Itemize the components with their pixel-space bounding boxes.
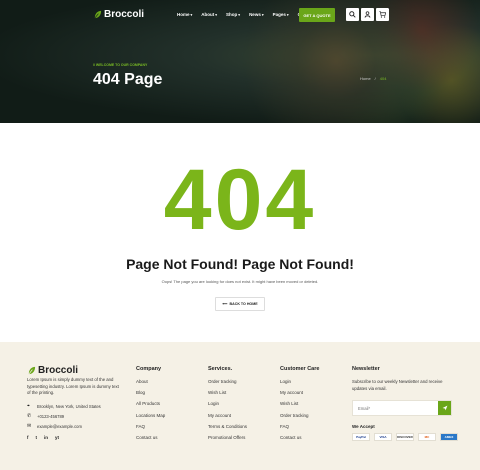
paypal-icon: PayPal [352,433,370,441]
email-placeholder: Email* [358,405,371,411]
footer-customer-care-column: Customer Care Login My account Wish List… [280,366,319,446]
main-menu: Home▾ About▾ Shop▾ News▾ Pages▾ Contact [177,12,314,17]
footer-link[interactable]: My account [280,390,319,395]
menu-item-home[interactable]: Home▾ [177,12,192,17]
we-accept-label: We Accept [352,424,375,429]
footer-about-text: Lorem Ipsum is simply dummy text of the … [27,377,119,395]
chevron-down-icon: ▾ [261,13,264,17]
footer-link[interactable]: All Products [136,401,165,406]
cart-count-badge: 0 [388,6,390,10]
services-heading: Services. [208,366,233,372]
footer-link[interactable]: Order tracking [208,379,247,384]
footer-link[interactable]: About [136,379,165,384]
get-a-quote-button[interactable]: GET A QUOTE [299,8,335,22]
send-icon [442,405,447,411]
footer-company-column: Company About Blog All Products Location… [136,366,165,446]
back-to-home-button[interactable]: ⟵ BACK TO HOME [215,297,265,311]
address-text: Brooklyn, New York, United States [37,404,101,409]
back-to-home-label: BACK TO HOME [229,302,258,306]
footer-link[interactable]: Contact us [136,435,165,440]
error-code: 404 [163,152,317,248]
hero-banner: Broccoli Home▾ About▾ Shop▾ News▾ Pages▾… [0,0,480,123]
subscribe-button[interactable] [438,401,451,415]
newsletter-email-input[interactable]: Email* [352,400,452,416]
menu-item-shop[interactable]: Shop▾ [226,12,240,17]
footer-link[interactable]: Locations Map [136,413,165,418]
mail-icon: ✉ [27,423,32,429]
footer-newsletter-column: Newsletter Subscribe to our weekly Newsl… [352,366,447,392]
search-button[interactable] [346,8,359,21]
chevron-down-icon: ▾ [286,13,289,17]
footer-logo-text: Broccoli [38,365,79,376]
chevron-down-icon: ▾ [238,13,241,17]
payment-methods: PayPal VISA DISCOVER MC AMEX [352,433,458,441]
breadcrumb-home[interactable]: Home [360,76,371,81]
welcome-tagline: // WELCOME TO OUR COMPANY [93,63,148,67]
amex-icon: AMEX [440,433,458,441]
visa-icon: VISA [374,433,392,441]
cart-button[interactable]: 0 [376,6,390,21]
footer: Broccoli Lorem Ipsum is simply dummy tex… [0,342,480,470]
top-navigation: Broccoli Home▾ About▾ Shop▾ News▾ Pages▾… [0,0,480,30]
menu-item-pages[interactable]: Pages▾ [273,12,289,17]
footer-logo[interactable]: Broccoli [27,365,78,376]
facebook-icon[interactable]: f [27,435,29,440]
footer-link[interactable]: Login [280,379,319,384]
social-links: f t in yt [27,435,59,440]
error-description: Oops! The page you are looking for does … [161,279,319,284]
footer-link[interactable]: FAQ [280,424,319,429]
location-pin-icon: ⌖ [27,403,30,409]
breadcrumb-current: 404 [379,76,387,81]
footer-link[interactable]: Wish List [280,401,319,406]
search-icon [349,11,356,18]
menu-item-news[interactable]: News▾ [249,12,264,17]
logo-text: Broccoli [104,9,145,20]
footer-link[interactable]: Blog [136,390,165,395]
company-heading: Company [136,366,162,372]
leaf-icon [28,366,36,375]
footer-link[interactable]: Order tracking [280,413,319,418]
footer-link[interactable]: Wish List [208,390,247,395]
logo[interactable]: Broccoli [93,9,144,20]
chevron-down-icon: ▾ [190,13,193,17]
footer-link[interactable]: Login [208,401,247,406]
mastercard-icon: MC [418,433,436,441]
newsletter-heading: Newsletter [352,366,380,372]
footer-link[interactable]: Promotional Offers [208,435,247,440]
footer-services-column: Services. Order tracking Wish List Login… [208,366,247,446]
leaf-icon [94,10,102,19]
cart-icon [379,11,386,18]
footer-phone: ✆ +0123-456789 [27,413,65,420]
user-icon [364,11,371,18]
footer-email: ✉ example@example.com [27,423,82,430]
footer-address: ⌖ Brooklyn, New York, United States [27,403,101,410]
breadcrumb-separator: / [374,76,376,81]
error-heading: Page Not Found! Page Not Found! [126,256,354,272]
footer-link[interactable]: Terms & Conditions [208,424,247,429]
arrow-left-icon: ⟵ [222,302,228,306]
menu-item-about[interactable]: About▾ [201,12,217,17]
email-text[interactable]: example@example.com [37,424,82,429]
newsletter-text: Subscribe to our weekly Newsletter and r… [352,379,443,391]
account-button[interactable] [361,8,374,21]
chevron-down-icon: ▾ [215,13,218,17]
phone-text: +0123-456789 [37,414,65,419]
twitter-icon[interactable]: t [36,435,38,440]
discover-icon: DISCOVER [396,433,414,441]
footer-link[interactable]: My account [208,413,247,418]
breadcrumb: Home / 404 [360,76,386,81]
phone-icon: ✆ [27,413,32,419]
youtube-icon[interactable]: yt [55,435,59,440]
footer-link[interactable]: FAQ [136,424,165,429]
page-title: 404 Page [93,71,163,88]
customer-care-heading: Customer Care [280,366,320,372]
footer-link[interactable]: Contact us [280,435,319,440]
linkedin-icon[interactable]: in [44,435,48,440]
